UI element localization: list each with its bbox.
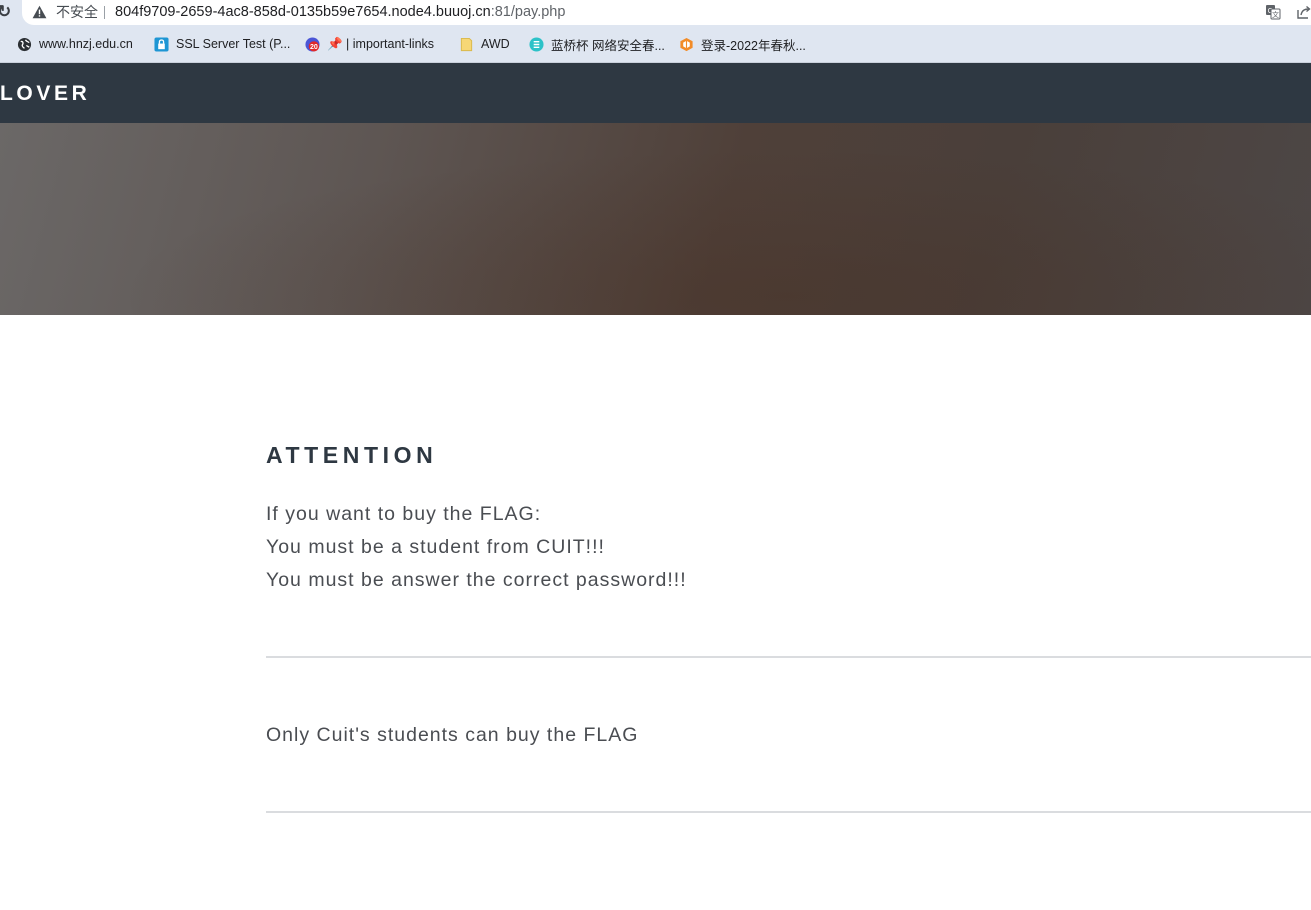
url-host: 804f9709-2659-4ac8-858d-0135b59e7654.nod… [115,4,491,20]
intro-line: If you want to buy the FLAG: [266,503,542,525]
bookmark-login-2022[interactable]: 登录-2022年春秋... [679,26,806,62]
url-text[interactable]: 804f9709-2659-4ac8-858d-0135b59e7654.nod… [115,4,565,21]
share-icon[interactable] [1296,4,1311,20]
globe-icon [17,37,32,51]
bookmark-label: AWD [481,37,510,51]
cuit-students-notice: Only Cuit's students can buy the FLAG [266,724,639,746]
url-port-path: :81/pay.php [490,4,566,20]
bookmark-awd[interactable]: AWD [459,26,510,62]
folder-icon [460,37,473,51]
reload-icon[interactable]: ↻ [0,3,11,21]
address-bar[interactable]: 不安全 804f9709-2659-4ac8-858d-0135b59e7654… [22,0,1311,25]
bookmark-label: 登录-2022年春秋... [701,38,806,53]
bookmark-lanqiao[interactable]: 蓝桥杯 网络安全春... [529,26,665,62]
section-divider [266,656,1311,658]
requirements-text: If you want to buy the FLAG: You must be… [266,498,1311,597]
bookmark-label: 📌 | important-links [327,36,435,51]
bookmark-important-links[interactable]: 20 📌 | important-links [305,26,434,62]
intro-line: You must be answer the correct password!… [266,569,687,591]
warning-triangle-icon[interactable] [32,5,47,19]
attention-heading: ATTENTION [266,442,438,468]
bookmark-hnzj[interactable]: www.hnzj.edu.cn [17,26,133,62]
security-status-label[interactable]: 不安全 [56,4,98,21]
svg-text:文: 文 [1272,10,1279,19]
ssl-lock-icon [154,36,169,52]
bookmark-label: SSL Server Test (P... [176,37,291,51]
site-header: LOVER [0,63,1311,123]
hero-banner [0,123,1311,315]
lanqiao-icon [529,36,544,52]
translate-icon[interactable]: G 文 [1265,4,1281,20]
bookmark-ssl-server-test[interactable]: SSL Server Test (P... [154,26,290,62]
omnibox-divider [104,6,105,19]
cube-icon [680,37,693,51]
bookmarks-bar: www.hnzj.edu.cn SSL Server Test (P... 20… [0,26,1311,63]
browser-toolbar: ↻ 不安全 804f9709-2659-4ac8-858d-0135b59e76… [0,0,1311,26]
svg-text:20: 20 [310,44,318,51]
badge-20-icon: 20 [305,36,320,52]
bookmark-label: 蓝桥杯 网络安全春... [551,38,665,53]
main-content: ATTENTION If you want to buy the FLAG: Y… [266,440,1311,813]
site-logo[interactable]: LOVER [0,82,90,106]
bookmark-label: www.hnzj.edu.cn [39,37,133,51]
intro-line: You must be a student from CUIT!!! [266,536,605,558]
section-divider [266,811,1311,813]
